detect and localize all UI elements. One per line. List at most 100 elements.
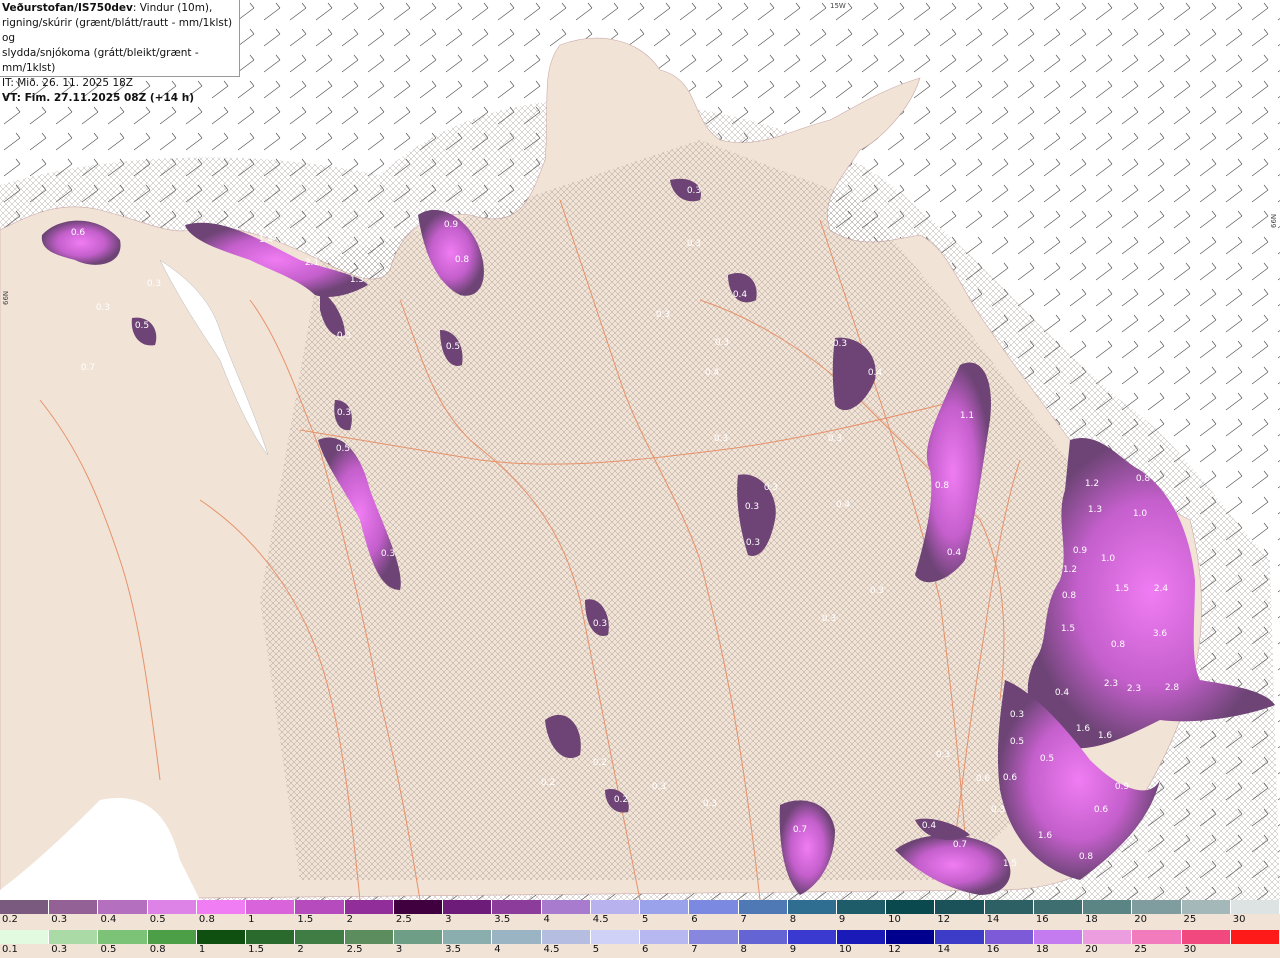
precip-value-label: 0.7	[953, 840, 967, 850]
precip-value-label: 0.4	[705, 368, 720, 378]
legend-swatch	[1132, 930, 1182, 944]
legend-swatch	[1181, 900, 1231, 914]
precip-value-label: 1.5	[1003, 859, 1017, 869]
legend-label: 25	[1134, 944, 1148, 955]
precip-value-label: 0.9	[1115, 782, 1130, 792]
legend-swatch	[49, 930, 99, 944]
legend-label: 0.4	[100, 914, 117, 925]
precip-value-label: 0.9	[444, 220, 459, 230]
legend-swatch	[98, 900, 148, 914]
legend-swatch	[295, 930, 345, 944]
legend-label: 2.5	[346, 944, 363, 955]
legend-label: 0.3	[51, 914, 68, 925]
legend-swatch	[689, 900, 739, 914]
legend-swatch	[640, 930, 690, 944]
lat-label-right: 66N	[1270, 214, 1278, 228]
legend-label: 14	[937, 944, 951, 955]
precip-value-label: 1.6	[1038, 831, 1053, 841]
legend-swatch	[147, 930, 197, 944]
legend-swatch	[787, 900, 837, 914]
legend-swatch	[1033, 930, 1084, 944]
precip-value-label: 0.3	[96, 303, 110, 313]
init-time: IT: Mið. 26. 11. 2025 18Z	[2, 77, 133, 89]
precip-value-label: 0.3	[991, 805, 1005, 815]
legend-swatch	[1132, 900, 1182, 914]
precip-value-label: 2.8	[1165, 683, 1180, 693]
legend-swatch	[787, 930, 837, 944]
legend-swatch	[590, 900, 641, 914]
legend-label: 4.5	[543, 944, 560, 955]
precip-value-label: 0.3	[715, 338, 729, 348]
legend-swatch	[1033, 900, 1084, 914]
legend-swatch	[393, 930, 444, 944]
precip-value-label: 1.4	[259, 235, 274, 245]
precip-value-label: 0.3	[337, 331, 351, 341]
legend-label: 4	[494, 944, 501, 955]
precip-value-label: 2.1	[305, 258, 319, 268]
precip-value-label: 1.3	[350, 275, 364, 285]
legend-label: 3	[445, 914, 452, 925]
precip-value-label: 0.5	[1040, 754, 1054, 764]
precip-value-label: 1.2	[1085, 479, 1099, 489]
legend-label: 3.5	[494, 914, 511, 925]
precip-value-label: 1.3	[1088, 505, 1102, 515]
legend-label: 6	[691, 914, 698, 925]
legend-swatch	[886, 930, 936, 944]
precip-value-label: 0.4	[868, 368, 883, 378]
legend-swatch	[935, 930, 985, 944]
legend-label: 2	[297, 944, 304, 955]
legend-swatch	[1083, 930, 1133, 944]
legend-label: 18	[1035, 944, 1049, 955]
lon-label-15w: 15W	[830, 2, 846, 10]
precip-value-label: 0.5	[1010, 737, 1024, 747]
legend-label: 1	[198, 944, 206, 955]
legend-label: 7	[740, 914, 747, 925]
snow-legend-bar	[0, 900, 1280, 914]
precip-value-label: 0.3	[714, 434, 728, 444]
legend-label: 30	[1232, 914, 1246, 925]
precip-value-label: 1.1	[960, 411, 974, 421]
legend-label: 0.1	[2, 944, 18, 955]
valid-time: VT: Fim. 27.11.2025 08Z (+14 h)	[2, 92, 195, 104]
legend-label: 2	[346, 914, 353, 925]
precip-value-label: 0.3	[936, 750, 950, 760]
legend-swatch	[295, 900, 345, 914]
precip-value-label: 0.3	[1010, 710, 1024, 720]
precip-value-label: 1.0	[1101, 554, 1116, 564]
legend-label: 3.5	[445, 944, 461, 955]
precip-value-label: 0.3	[687, 186, 701, 196]
legend-swatch	[147, 900, 197, 914]
precip-value-label: 0.3	[828, 434, 842, 444]
legend-swatch	[590, 930, 641, 944]
precip-value-label: 0.4	[947, 548, 962, 558]
lat-label-left: 66N	[2, 291, 10, 305]
legend-swatch	[541, 930, 591, 944]
legend-swatch	[443, 900, 493, 914]
legend-swatch	[344, 900, 394, 914]
precip-value-label: 1.6	[1076, 724, 1091, 734]
legend-label: 10	[838, 944, 852, 955]
legend-swatch	[640, 900, 690, 914]
legend-swatch	[984, 900, 1034, 914]
precip-value-label: 0.3	[745, 502, 759, 512]
legend-swatch	[836, 930, 887, 944]
legend-label: 5	[592, 944, 600, 955]
legend-label: 0.5	[149, 914, 166, 925]
precip-value-label: 0.4	[836, 500, 851, 510]
precip-value-label: 0.3	[822, 614, 836, 624]
precip-value-label: 0.3	[687, 239, 701, 249]
legend-label: 8	[789, 914, 797, 925]
legend-label: 0.8	[149, 944, 166, 955]
precip-value-label: 0.3	[746, 538, 760, 548]
weather-map[interactable]: 15W 66N 66N 0.6 0.3 0.3 0.5 0.7 1.4 2.1 1.3 0.3 0…	[0, 0, 1280, 900]
legend-label: 9	[789, 944, 797, 955]
legend-swatch	[196, 930, 247, 944]
precip-value-label: 3.6	[1153, 629, 1168, 639]
precip-value-label: 0.4	[733, 290, 748, 300]
legend-label: 8	[740, 944, 747, 955]
legend-label: 5	[642, 914, 649, 925]
legend-label: 4.5	[592, 914, 609, 925]
legend-swatch	[344, 930, 394, 944]
legend-label: 6	[642, 944, 649, 955]
legend-label: 16	[1035, 914, 1049, 925]
